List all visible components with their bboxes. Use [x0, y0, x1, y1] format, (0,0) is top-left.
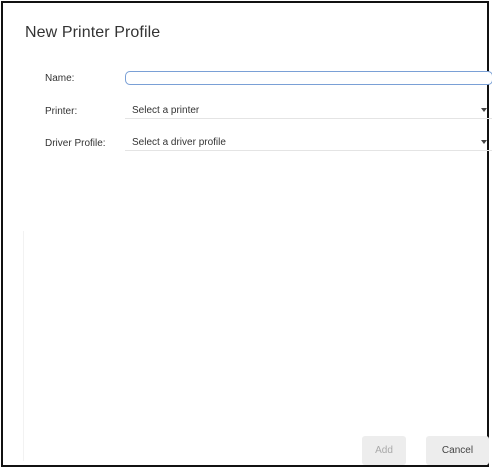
- driver-profile-select-value: Select a driver profile: [132, 137, 226, 148]
- divider: [23, 231, 24, 461]
- add-button[interactable]: Add: [362, 436, 406, 465]
- driver-profile-select[interactable]: Select a driver profile: [125, 135, 492, 151]
- name-label: Name:: [45, 73, 75, 84]
- name-input[interactable]: [125, 71, 492, 85]
- driver-profile-label: Driver Profile:: [45, 138, 106, 149]
- dialog-title: New Printer Profile: [25, 24, 161, 41]
- chevron-down-icon: [481, 108, 487, 112]
- printer-label: Printer:: [45, 106, 78, 117]
- printer-select-value: Select a printer: [132, 105, 200, 116]
- new-printer-profile-dialog: New Printer Profile Name: Printer: Selec…: [1, 1, 492, 467]
- printer-select[interactable]: Select a printer: [125, 103, 492, 119]
- chevron-down-icon: [481, 140, 487, 144]
- cancel-button[interactable]: Cancel: [426, 436, 489, 465]
